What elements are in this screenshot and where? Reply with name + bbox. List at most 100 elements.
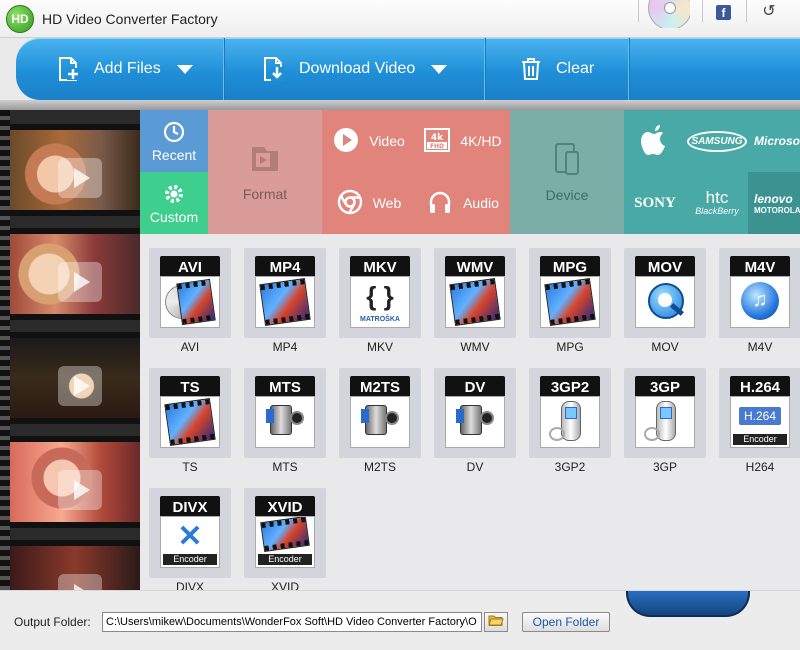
- dvd-disc-icon[interactable]: [648, 0, 690, 28]
- film-icon: [160, 396, 220, 448]
- toolbar-divider: [628, 38, 629, 100]
- clear-label: Clear: [556, 60, 595, 77]
- tab-video[interactable]: Video: [322, 110, 416, 172]
- trash-icon: [518, 56, 544, 82]
- format-tile-3gp2[interactable]: 3GP2: [529, 368, 611, 458]
- refresh-icon[interactable]: ↺: [760, 3, 778, 21]
- brand-sony[interactable]: SONY: [624, 172, 686, 234]
- format-tile-mp4[interactable]: MP4: [244, 248, 326, 338]
- output-folder-path-field[interactable]: C:\Users\mikew\Documents\WonderFox Soft\…: [102, 612, 482, 632]
- output-bar: Output Folder: C:\Users\mikew\Documents\…: [0, 590, 800, 650]
- clock-icon: [162, 120, 186, 147]
- brand-samsung[interactable]: SAMSUNG: [686, 110, 748, 172]
- video-thumbnail[interactable]: [10, 436, 140, 528]
- format-tile-dv[interactable]: DV: [434, 368, 516, 458]
- open-folder-button[interactable]: Open Folder: [522, 612, 610, 632]
- format-label: WMV: [460, 340, 490, 354]
- gear-icon: [162, 182, 186, 209]
- run-button[interactable]: [626, 591, 750, 617]
- format-tile-avi[interactable]: AVI: [149, 248, 231, 338]
- tab-custom-label: Custom: [149, 208, 199, 225]
- format-tile-xvid[interactable]: XVID Encoder: [244, 488, 326, 578]
- format-tile-3gp[interactable]: 3GP: [624, 368, 706, 458]
- video-thumbnail[interactable]: [10, 332, 140, 424]
- quicktime-icon: [635, 276, 695, 328]
- format-tile-m4v[interactable]: M4V ♫: [719, 248, 800, 338]
- matroska-icon: { } MATROŠKA: [350, 276, 410, 328]
- format-tile-mov[interactable]: MOV: [624, 248, 706, 338]
- add-files-button[interactable]: Add Files: [56, 38, 193, 100]
- 4k-hd-icon: 4k FHD: [424, 127, 451, 156]
- encoder-divx-icon: ✕ Encoder: [160, 516, 220, 568]
- format-tile-mpg[interactable]: MPG: [529, 248, 611, 338]
- brand-lenovo-motorola[interactable]: lenovo MOTOROLA: [748, 172, 800, 234]
- blackberry-logo: BlackBerry: [695, 206, 739, 216]
- motorola-logo: MOTOROLA: [754, 205, 800, 215]
- format-tile-m2ts[interactable]: M2TS: [339, 368, 421, 458]
- download-icon: [261, 56, 287, 82]
- film-disc-icon: [160, 276, 220, 328]
- film-icon: [255, 276, 315, 328]
- chevron-down-icon[interactable]: [431, 64, 448, 74]
- encoder-h264-icon: H.264 Encoder: [730, 396, 790, 448]
- title-bar: HD HD Video Converter Factory f ↺: [0, 0, 800, 38]
- apple-icon: [641, 124, 669, 159]
- format-badge: MOV: [635, 256, 695, 278]
- tab-device[interactable]: Device: [510, 110, 624, 234]
- format-badge: M4V: [730, 256, 790, 278]
- chevron-down-icon[interactable]: [176, 64, 193, 74]
- format-label: TS: [182, 460, 198, 474]
- brand-microsoft[interactable]: Microsoft: [748, 110, 800, 172]
- format-label: 3GP: [652, 460, 677, 474]
- format-badge: MKV: [350, 256, 410, 278]
- camcorder-icon: [350, 396, 410, 448]
- video-thumbnail[interactable]: [10, 124, 140, 216]
- format-badge: H.264: [730, 376, 790, 398]
- video-thumbnail[interactable]: [10, 540, 140, 590]
- format-badge: MP4: [255, 256, 315, 278]
- format-tile-mts[interactable]: MTS: [244, 368, 326, 458]
- format-label: MTS: [272, 460, 298, 474]
- format-badge: MPG: [540, 256, 600, 278]
- format-tile-mkv[interactable]: MKV{ } MATROŠKA: [339, 248, 421, 338]
- tab-format-label: Format: [242, 185, 288, 202]
- titlebar-divider: [638, 0, 639, 22]
- lenovo-logo: lenovo: [754, 191, 793, 206]
- brand-apple[interactable]: [624, 110, 686, 172]
- format-badge: 3GP: [635, 376, 695, 398]
- format-folder-icon: [248, 143, 282, 178]
- add-file-icon: [56, 56, 82, 82]
- tab-web-label: Web: [372, 195, 402, 211]
- tab-web[interactable]: Web: [322, 172, 416, 234]
- tab-recent[interactable]: Recent: [140, 110, 208, 172]
- camcorder-icon: [445, 396, 505, 448]
- add-files-label: Add Files: [94, 60, 161, 77]
- format-tile-h264[interactable]: H.264 H.264 Encoder: [719, 368, 800, 458]
- device-icon: [552, 142, 582, 179]
- format-tile-divx[interactable]: DIVX ✕ Encoder: [149, 488, 231, 578]
- format-label: MKV: [366, 340, 393, 354]
- toolbar-shadow: [0, 100, 800, 110]
- download-video-label: Download Video: [299, 60, 416, 77]
- tab-format[interactable]: Format: [208, 110, 322, 234]
- play-icon: [58, 470, 102, 510]
- clear-button[interactable]: Clear: [518, 38, 594, 100]
- film-icon: [445, 276, 505, 328]
- tab-4k-hd[interactable]: 4k FHD 4K/HD: [416, 110, 510, 172]
- format-badge: AVI: [160, 256, 220, 278]
- tab-custom[interactable]: Custom: [140, 172, 208, 234]
- browse-folder-button[interactable]: [484, 612, 508, 632]
- format-tile-ts[interactable]: TS: [149, 368, 231, 458]
- facebook-icon[interactable]: f: [716, 5, 731, 20]
- brand-htc-blackberry[interactable]: htc BlackBerry: [686, 172, 748, 234]
- format-badge: XVID: [255, 496, 315, 518]
- film-icon: [540, 276, 600, 328]
- download-video-button[interactable]: Download Video: [261, 38, 448, 100]
- tab-audio[interactable]: Audio: [416, 172, 510, 234]
- format-tile-wmv[interactable]: WMV: [434, 248, 516, 338]
- video-thumbnail[interactable]: [10, 228, 140, 320]
- main-toolbar: Add Files Download Video Clear: [16, 38, 800, 100]
- format-label: MPG: [556, 340, 584, 354]
- app-logo-icon: HD: [6, 5, 34, 33]
- play-icon: [58, 158, 102, 198]
